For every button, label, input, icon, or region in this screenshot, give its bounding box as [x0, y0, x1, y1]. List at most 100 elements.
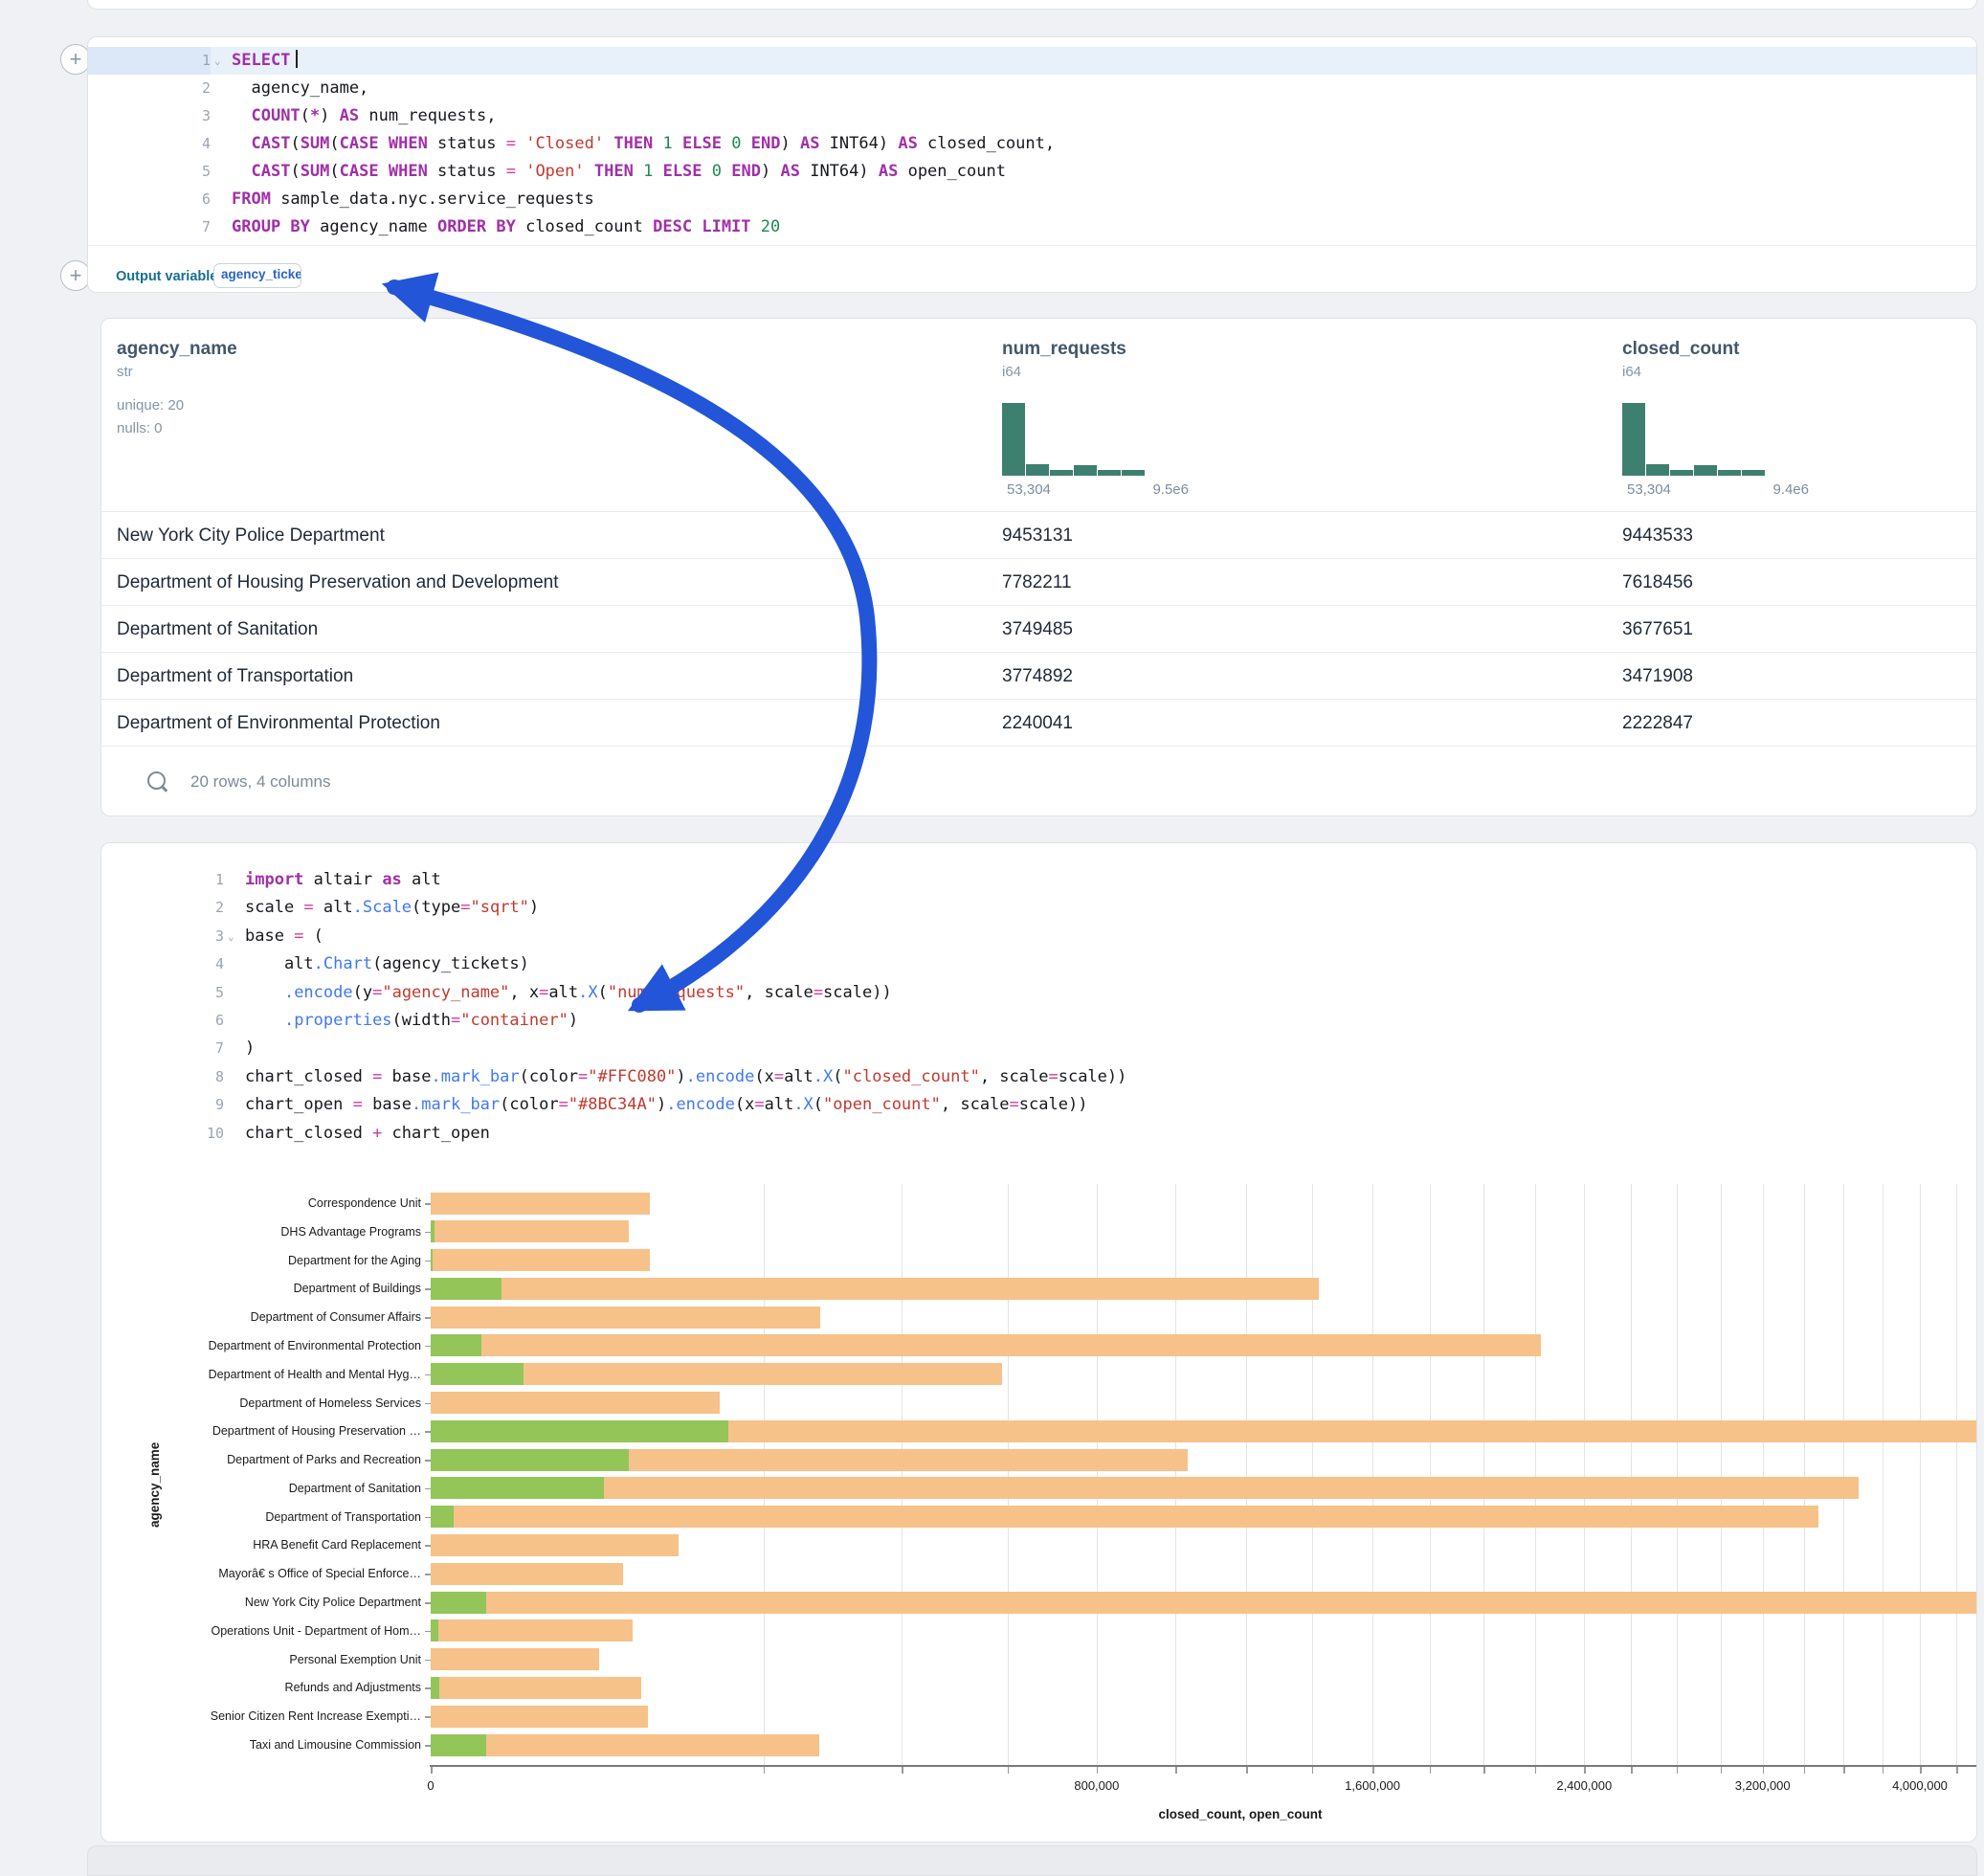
- y-axis-label: Department of Health and Mental Hyg…: [209, 1368, 421, 1381]
- bar-closed-count[interactable]: [431, 1648, 599, 1670]
- table-cell: 9453131: [1002, 525, 1073, 547]
- bar-closed-count[interactable]: [431, 1306, 820, 1329]
- code-line-2[interactable]: 2scale = alt.Scale(type="sqrt"): [101, 894, 1976, 922]
- code-line-1[interactable]: 1⌄SELECT: [88, 47, 1976, 75]
- bar-closed-count[interactable]: [431, 1392, 720, 1414]
- bar-closed-count[interactable]: [431, 1506, 1818, 1528]
- column-header-num-requests[interactable]: num_requests: [1002, 339, 1126, 360]
- bar-open-count[interactable]: [431, 1619, 438, 1642]
- line-number: 5: [88, 158, 211, 186]
- y-axis-label: DHS Advantage Programs: [280, 1225, 421, 1239]
- bar-closed-count[interactable]: [431, 1220, 629, 1242]
- bar-closed-count[interactable]: [431, 1249, 650, 1271]
- code-text: FROM sample_data.nyc.service_requests: [232, 186, 594, 213]
- hist-min-label: 53,304: [1007, 481, 1051, 498]
- line-number: 6: [88, 186, 211, 213]
- x-axis-tick: [1721, 1767, 1723, 1774]
- bar-open-count[interactable]: [431, 1334, 481, 1356]
- column-header-closed-count[interactable]: closed_count: [1622, 339, 1739, 360]
- x-axis-tick: [1843, 1767, 1845, 1774]
- code-line-5[interactable]: 5 CAST(SUM(CASE WHEN status = 'Open' THE…: [88, 158, 1976, 186]
- table-cell: Department of Sanitation: [117, 619, 318, 640]
- table-row[interactable]: New York City Police Department945313194…: [101, 511, 1976, 559]
- code-line-2[interactable]: 2 agency_name,: [88, 75, 1976, 102]
- gridline: [1175, 1184, 1176, 1765]
- line-number: 8: [101, 1063, 224, 1091]
- output-variable-pill[interactable]: agency_tickets: [213, 263, 301, 288]
- bar-closed-count[interactable]: [431, 1592, 1976, 1614]
- code-line-5[interactable]: 5 .encode(y="agency_name", x=alt.X("num_…: [101, 979, 1976, 1007]
- y-axis-label: Department of Buildings: [294, 1282, 421, 1295]
- table-row[interactable]: Department of Sanitation37494853677651: [101, 605, 1976, 653]
- code-line-8[interactable]: 8chart_closed = base.mark_bar(color="#FF…: [101, 1063, 1976, 1091]
- line-number: 5: [101, 979, 224, 1007]
- code-line-4[interactable]: 4 alt.Chart(agency_tickets): [101, 950, 1976, 978]
- bar-closed-count[interactable]: [431, 1734, 819, 1756]
- bar-open-count[interactable]: [431, 1420, 728, 1442]
- code-line-10[interactable]: 10chart_closed + chart_open: [101, 1120, 1976, 1148]
- code-line-9[interactable]: 9chart_open = base.mark_bar(color="#8BC3…: [101, 1091, 1976, 1119]
- x-axis-tick-label: 2,400,000: [1556, 1778, 1612, 1793]
- bar-closed-count[interactable]: [431, 1619, 633, 1642]
- code-line-7[interactable]: 7GROUP BY agency_name ORDER BY closed_co…: [88, 213, 1976, 241]
- y-axis-label: Refunds and Adjustments: [285, 1681, 421, 1694]
- table-row[interactable]: Department of Housing Preservation and D…: [101, 558, 1976, 606]
- line-number: 4: [88, 130, 211, 158]
- y-axis-label: Department of Environmental Protection: [209, 1339, 421, 1352]
- bar-open-count[interactable]: [431, 1677, 439, 1699]
- x-axis-line: [430, 1765, 1976, 1767]
- bar-closed-count[interactable]: [431, 1477, 1859, 1499]
- line-number: 7: [88, 213, 211, 241]
- table-row[interactable]: Department of Transportation377489234719…: [101, 652, 1976, 700]
- bar-closed-count[interactable]: [431, 1677, 641, 1699]
- bar-open-count[interactable]: [431, 1220, 435, 1242]
- code-line-7[interactable]: 7): [101, 1035, 1976, 1062]
- bar-open-count[interactable]: [431, 1363, 524, 1385]
- code-line-6[interactable]: 6 .properties(width="container"): [101, 1007, 1976, 1035]
- bar-closed-count[interactable]: [431, 1278, 1319, 1300]
- y-axis-label: Personal Exemption Unit: [289, 1653, 421, 1666]
- bar-open-count[interactable]: [431, 1249, 433, 1271]
- code-text: chart_closed + chart_open: [245, 1120, 490, 1148]
- code-line-1[interactable]: 1import altair as alt: [101, 866, 1976, 894]
- bar-open-count[interactable]: [431, 1734, 486, 1756]
- column-header-agency-name[interactable]: agency_name: [117, 339, 237, 360]
- bar-closed-count[interactable]: [431, 1193, 650, 1215]
- table-row[interactable]: Department of Environmental Protection22…: [101, 699, 1976, 747]
- code-line-3[interactable]: 3⌄base = (: [101, 923, 1976, 950]
- table-cell: Department of Housing Preservation and D…: [117, 572, 559, 593]
- line-number: 1: [101, 866, 224, 894]
- code-line-3[interactable]: 3 COUNT(*) AS num_requests,: [88, 102, 1976, 130]
- bar-open-count[interactable]: [431, 1278, 502, 1300]
- table-cell: 7618456: [1622, 572, 1693, 593]
- hist-max-label: 9.5e6: [1152, 481, 1189, 498]
- column-stat-nulls: nulls: 0: [117, 420, 163, 436]
- bar-open-count[interactable]: [431, 1592, 486, 1614]
- code-line-4[interactable]: 4 CAST(SUM(CASE WHEN status = 'Closed' T…: [88, 130, 1976, 158]
- x-axis-tick: [902, 1767, 903, 1774]
- collapsed-cell-strip[interactable]: [87, 1845, 1977, 1876]
- x-axis-tick: [1175, 1767, 1177, 1774]
- bar-closed-count[interactable]: [431, 1706, 648, 1728]
- bar-open-count[interactable]: [431, 1449, 629, 1471]
- divider: [88, 245, 1976, 246]
- y-axis-label: Department of Transportation: [265, 1510, 421, 1524]
- code-text: ): [245, 1035, 255, 1062]
- text-cursor: [296, 50, 298, 68]
- bar-closed-count[interactable]: [431, 1563, 623, 1585]
- y-axis-label: Department of Sanitation: [289, 1482, 421, 1495]
- code-line-6[interactable]: 6 FROM sample_data.nyc.service_requests: [88, 186, 1976, 213]
- x-axis-tick-label: 800,000: [1074, 1778, 1119, 1793]
- search-icon[interactable]: [147, 771, 166, 790]
- gridline: [1721, 1184, 1722, 1765]
- x-axis-tick: [1097, 1767, 1099, 1774]
- bar-closed-count[interactable]: [431, 1534, 679, 1556]
- bar-open-count[interactable]: [431, 1506, 454, 1528]
- fold-caret-icon[interactable]: ⌄: [228, 923, 234, 950]
- gridline: [1246, 1184, 1247, 1765]
- histogram-bar: [1622, 403, 1645, 476]
- fold-caret-icon[interactable]: ⌄: [214, 47, 221, 75]
- bar-open-count[interactable]: [431, 1477, 604, 1499]
- y-axis-label: Operations Unit - Department of Hom…: [211, 1624, 421, 1638]
- bar-closed-count[interactable]: [431, 1334, 1541, 1356]
